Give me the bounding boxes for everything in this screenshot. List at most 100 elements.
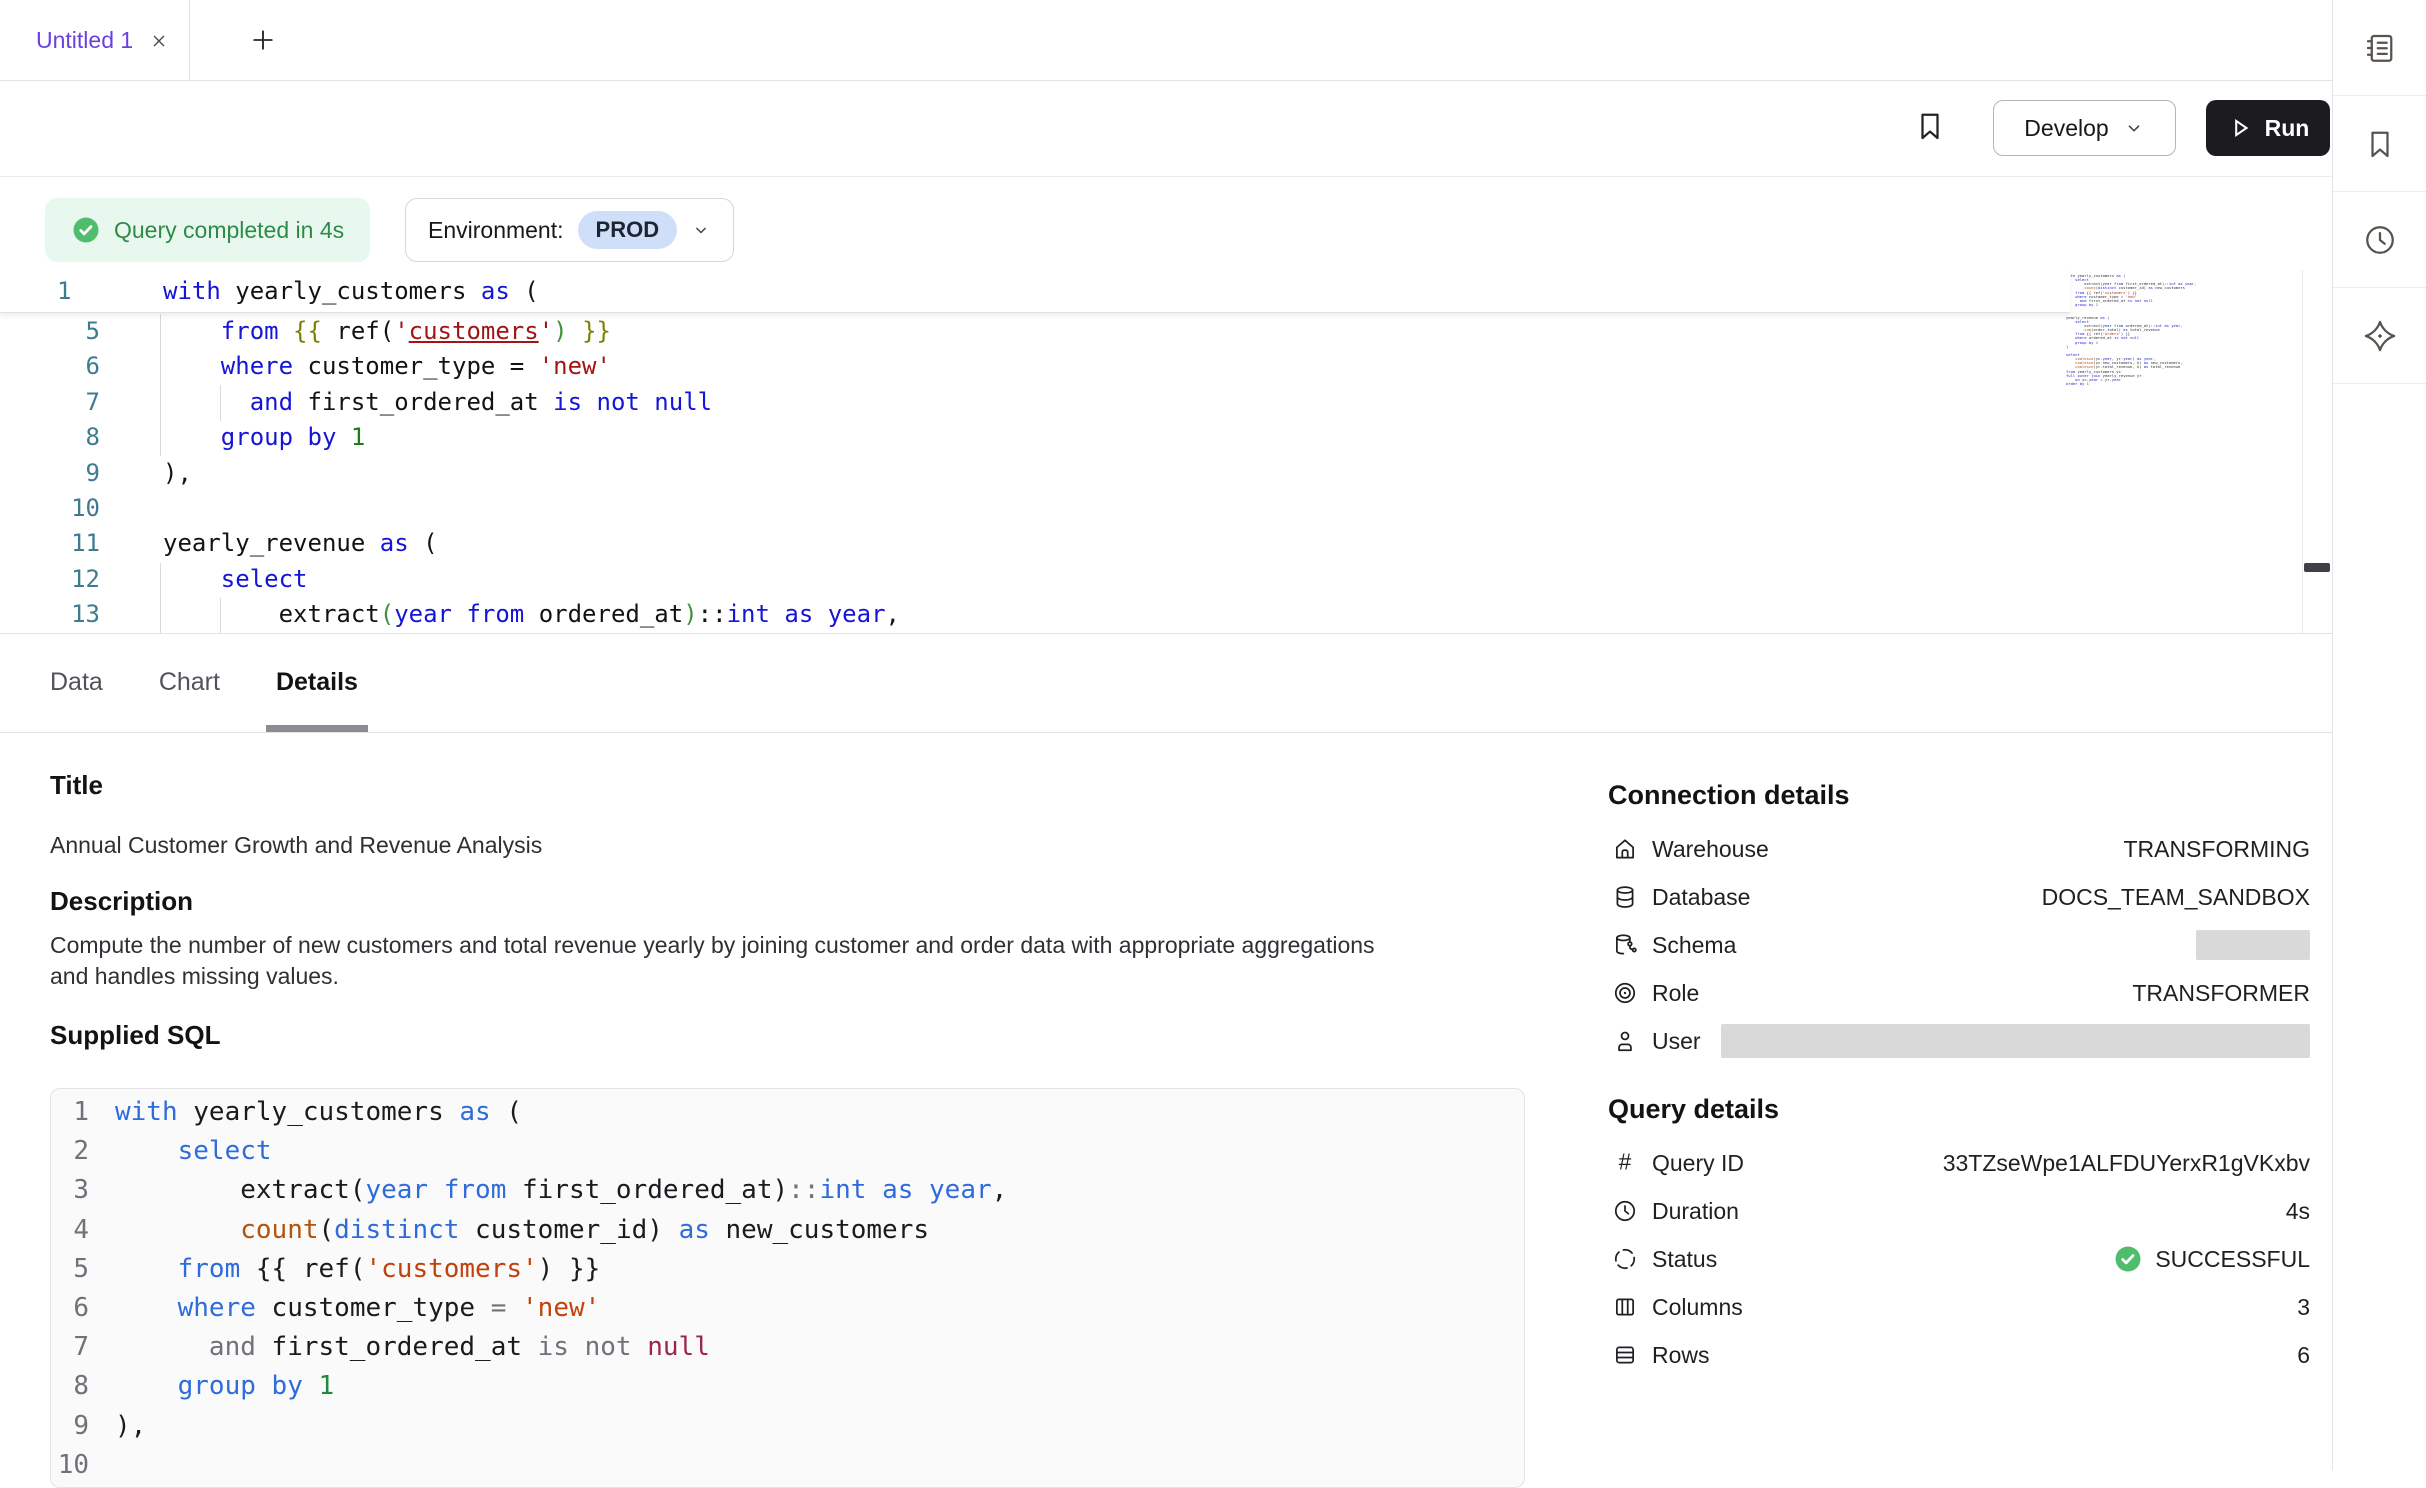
play-icon	[2227, 115, 2253, 141]
line-number: 9	[0, 456, 100, 491]
editor-scrollbar-handle[interactable]	[2304, 563, 2330, 572]
warehouse-icon	[1612, 836, 1638, 862]
detail-value: TRANSFORMING	[2123, 836, 2310, 863]
code-line: 13 extract(year from ordered_at)::int as…	[0, 597, 2300, 632]
close-icon[interactable]	[149, 31, 169, 51]
detail-label: User	[1652, 1028, 1701, 1055]
detail-label: Schema	[1652, 932, 1736, 959]
chevron-down-icon	[2123, 117, 2145, 139]
connection-detail-row-database: DatabaseDOCS_TEAM_SANDBOX	[1608, 873, 2310, 921]
rows-icon	[1612, 1342, 1638, 1368]
rail-button-dbt-logo[interactable]	[2333, 288, 2426, 384]
connection-detail-row-user: User	[1608, 1017, 2310, 1065]
user-icon	[1612, 1028, 1638, 1054]
connection-detail-row-warehouse: Warehouse TRANSFORMING	[1608, 825, 2310, 873]
detail-value: 3	[2297, 1294, 2310, 1321]
query-detail-row-status: Status SUCCESSFUL	[1608, 1235, 2310, 1283]
rail-button-history[interactable]	[2333, 192, 2426, 288]
query-detail-row-duration: Duration 4s	[1608, 1187, 2310, 1235]
supplied-sql-heading: Supplied SQL	[50, 1020, 220, 1051]
code-line: 8 group by 1	[0, 420, 2300, 455]
svg-text:#: #	[1619, 1150, 1632, 1175]
code-line: 6 where customer_type = 'new'	[0, 349, 2300, 384]
redacted-value	[1721, 1024, 2310, 1058]
result-tab-bar: Data Chart Details	[0, 633, 2332, 733]
editor-scrollbar-track[interactable]	[2302, 270, 2333, 633]
environment-selector[interactable]: Environment: PROD	[405, 198, 734, 262]
develop-label: Develop	[2024, 115, 2108, 142]
redacted-value	[2196, 930, 2310, 960]
check-circle-icon	[71, 215, 101, 245]
environment-label: Environment:	[428, 217, 564, 244]
editor-minimap[interactable]: with yearly_customers as ( select extrac…	[2066, 274, 2226, 392]
code-line: 6 where customer_type = 'new'	[51, 1289, 1524, 1328]
code-line: 3 extract(year from first_ordered_at)::i…	[51, 1171, 1524, 1210]
query-detail-row-columns: Columns3	[1608, 1283, 2310, 1331]
detail-value: SUCCESSFUL	[2113, 1244, 2310, 1274]
query-status-text: Query completed in 4s	[114, 217, 344, 244]
code-line: 9),	[51, 1407, 1524, 1446]
code-line: 7 and first_ordered_at is not null	[51, 1328, 1524, 1367]
dbt-logo-icon	[2362, 318, 2398, 354]
line-number: 10	[0, 491, 100, 526]
develop-dropdown[interactable]: Develop	[1993, 100, 2176, 156]
code-line: 11yearly_revenue as (	[0, 526, 2300, 561]
detail-label: Status	[1652, 1246, 1717, 1273]
run-label: Run	[2265, 115, 2310, 142]
run-button[interactable]: Run	[2206, 100, 2330, 156]
rail-button-notebook[interactable]	[2333, 0, 2426, 96]
indent-guide	[160, 563, 161, 633]
result-tab-data[interactable]: Data	[50, 633, 103, 732]
line-number: 9	[51, 1407, 89, 1446]
spinner-icon	[1612, 1246, 1638, 1272]
line-number: 1	[0, 270, 100, 312]
detail-label: Duration	[1652, 1198, 1739, 1225]
result-tab-details[interactable]: Details	[276, 633, 358, 732]
indent-guide	[220, 598, 221, 633]
line-number: 8	[51, 1367, 89, 1406]
clock-icon	[1612, 1198, 1638, 1224]
detail-label: Rows	[1652, 1342, 1710, 1369]
new-tab-button[interactable]	[245, 22, 281, 58]
indent-guide	[220, 385, 221, 421]
code-line: 4 count(distinct customer_id) as new_cus…	[51, 1211, 1524, 1250]
database-icon	[1612, 884, 1638, 910]
chevron-down-icon	[691, 220, 711, 240]
detail-value: 33TZseWpe1ALFDUYerxR1gVKxbv	[1943, 1150, 2310, 1177]
title-heading: Title	[50, 770, 103, 801]
role-icon	[1612, 980, 1638, 1006]
bookmark-icon[interactable]	[1912, 108, 1948, 144]
code-line: 10	[51, 1446, 1524, 1485]
history-icon	[2362, 222, 2398, 258]
check-circle-icon	[2113, 1244, 2143, 1274]
line-number: 11	[0, 526, 100, 561]
query-detail-row-rows: Rows 6	[1608, 1331, 2310, 1379]
detail-value: 4s	[2286, 1198, 2310, 1225]
code-line: 5 from {{ ref('customers') }}	[0, 314, 2300, 349]
environment-value-pill: PROD	[578, 211, 678, 249]
notebook-icon	[2362, 30, 2398, 66]
detail-label: Database	[1652, 884, 1750, 911]
editor-tab-bar: Untitled 1	[0, 0, 2332, 81]
connection-details-rows: Warehouse TRANSFORMING DatabaseDOCS_TEAM_S…	[1608, 825, 2310, 1065]
code-line: 1with yearly_customers as (	[51, 1093, 1524, 1132]
line-number: 3	[51, 1171, 89, 1210]
connection-detail-row-schema: Schema	[1608, 921, 2310, 969]
schema-icon	[1612, 932, 1638, 958]
line-number: 5	[0, 314, 100, 349]
columns-icon	[1612, 1294, 1638, 1320]
sql-editor[interactable]: 5 from {{ ref('customers') }}6 where cus…	[0, 270, 2332, 634]
connection-details-heading: Connection details	[1608, 780, 1850, 811]
detail-value: TRANSFORMER	[2132, 980, 2310, 1007]
rail-button-bookmark[interactable]	[2333, 96, 2426, 192]
query-status-badge: Query completed in 4s	[45, 198, 370, 262]
detail-value: 6	[2297, 1342, 2310, 1369]
detail-label: Role	[1652, 980, 1699, 1007]
tab-untitled-1[interactable]: Untitled 1	[0, 0, 190, 80]
line-number: 10	[51, 1446, 89, 1485]
detail-label: Warehouse	[1652, 836, 1769, 863]
result-tab-chart[interactable]: Chart	[159, 633, 220, 732]
code-line: 8 group by 1	[51, 1367, 1524, 1406]
tab-label: Untitled 1	[36, 27, 133, 54]
editor-sticky-line: 1with yearly_customers as (	[0, 270, 2070, 313]
